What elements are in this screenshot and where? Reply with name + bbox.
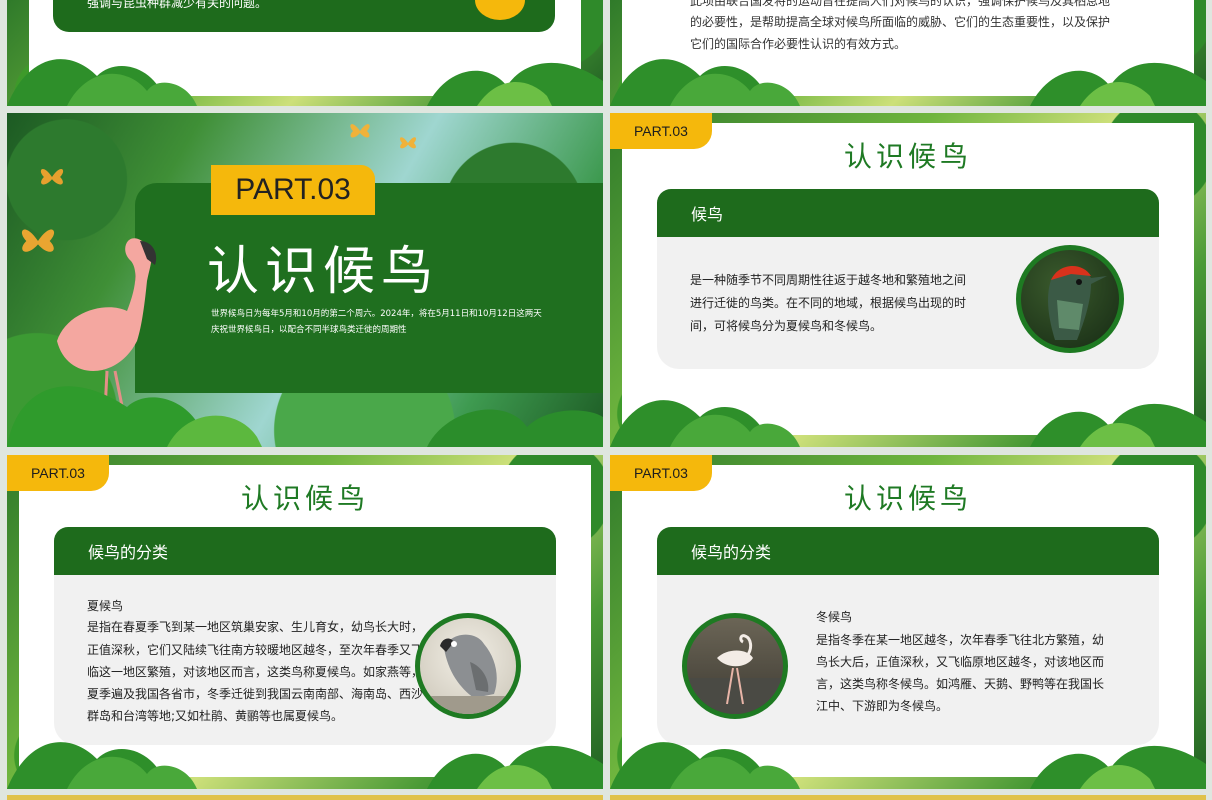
slide-thumbnail-top-right[interactable]: 此项由联合国发将的运动旨在提高人们对候鸟的认识，强调保护候鸟及其栖息地 的必要性… xyxy=(610,0,1206,106)
panel-header: 候鸟的分类 xyxy=(54,527,556,575)
cover-description: 世界候鸟日为每年5月和10月的第二个周六。2024年，将在5月11日和10月12… xyxy=(211,309,542,319)
body-text-line: 是一种随季节不同周期性往返于越冬地和繁殖地之间 xyxy=(690,273,967,287)
body-text-line: 江中、下游即为冬候鸟。 xyxy=(816,699,949,713)
body-text-line: 言，这类鸟称冬候鸟。如鸿雁、天鹅、野鸭等在我国长 xyxy=(816,677,1105,691)
panel-subtitle: 夏候鸟 xyxy=(87,599,124,613)
leaf-decoration xyxy=(7,742,603,789)
slide-title: 认识候鸟 xyxy=(843,140,972,173)
leaf-decoration xyxy=(610,59,1206,106)
body-text-line: 临这一地区繁殖，对该地区而言，这类鸟称夏候鸟。如家燕等， xyxy=(87,665,424,679)
parrot-image xyxy=(420,634,516,714)
bird-photo xyxy=(415,613,521,719)
slide-title: 认识候鸟 xyxy=(240,482,369,515)
leaf-decoration xyxy=(610,742,1206,789)
butterfly-icon xyxy=(350,124,370,138)
flamingo-image xyxy=(687,634,783,714)
panel-text: 强调与昆虫种群减少有关的问题。 xyxy=(87,0,268,10)
slide-thumbnail-summer-migrant[interactable]: PART.03 认识候鸟 候鸟的分类 夏候鸟 是指在春夏季飞到某一地区筑巢安家、… xyxy=(7,455,603,789)
cover-title: 认识候鸟 xyxy=(207,242,440,302)
body-text-line: 进行迁徙的鸟类。在不同的地域，根据候鸟出现的时 xyxy=(690,296,967,310)
bird-photo xyxy=(682,613,788,719)
body-text-line: 的必要性，是帮助提高全球对候鸟所面临的威胁、它们的生态重要性，以及保护 xyxy=(690,15,1111,29)
slide-thumbnail-next-right[interactable] xyxy=(610,795,1206,800)
body-text-line: 夏季遍及我国各省市，冬季迁徙到我国云南南部、海南岛、西沙 xyxy=(87,687,424,701)
woodpecker-image xyxy=(1048,265,1107,340)
leaf-decoration xyxy=(7,59,603,106)
body-text-line: 鸟长大后，正值深秋，又飞临原地区越冬，对该地区而 xyxy=(816,655,1105,669)
slide-thumbnail-top-left[interactable]: 强调与昆虫种群减少有关的问题。 xyxy=(7,0,603,106)
slide-thumbnail-next-left[interactable] xyxy=(7,795,603,800)
body-text-line: 是指冬季在某一地区越冬，次年春季飞往北方繁殖，幼 xyxy=(816,633,1105,647)
bird-photo xyxy=(1016,245,1124,353)
panel-title: 候鸟的分类 xyxy=(88,543,169,562)
leaf-decoration xyxy=(7,386,603,447)
part-label: PART.03 xyxy=(211,165,375,215)
body-text-line: 正值深秋，它们又陆续飞往南方较暖地区越冬，至次年春季又飞 xyxy=(87,643,424,657)
butterfly-icon xyxy=(399,137,417,149)
panel-title: 候鸟 xyxy=(691,205,724,224)
panel-subtitle: 冬候鸟 xyxy=(816,610,853,624)
panel-header: 候鸟 xyxy=(657,189,1159,237)
panel-title: 候鸟的分类 xyxy=(691,543,772,562)
body-text-line: 间，可将候鸟分为夏候鸟和冬候鸟。 xyxy=(690,319,883,333)
slide-thumbnail-winter-migrant[interactable]: PART.03 认识候鸟 候鸟的分类 冬候鸟 是指冬季在某一地区越冬，次年春季飞… xyxy=(610,455,1206,789)
butterfly-icon xyxy=(40,169,64,185)
slide-title: 认识候鸟 xyxy=(843,482,972,515)
cover-description: 庆祝世界候鸟日，以配合不同半球鸟类迁徙的周期性 xyxy=(211,325,407,335)
panel-header: 候鸟的分类 xyxy=(657,527,1159,575)
body-text-line: 是指在春夏季飞到某一地区筑巢安家、生儿育女，幼鸟长大时， xyxy=(87,620,424,634)
slide-thumbnail-intro[interactable]: PART.03 认识候鸟 候鸟 是一种随季节不同周期性往返于越冬地和繁殖地之间 … xyxy=(610,113,1206,447)
leaf-decoration xyxy=(610,400,1206,447)
slide-thumbnail-section-cover[interactable]: PART.03 认识候鸟 世界候鸟日为每年5月和10月的第二个周六。2024年，… xyxy=(7,113,603,447)
